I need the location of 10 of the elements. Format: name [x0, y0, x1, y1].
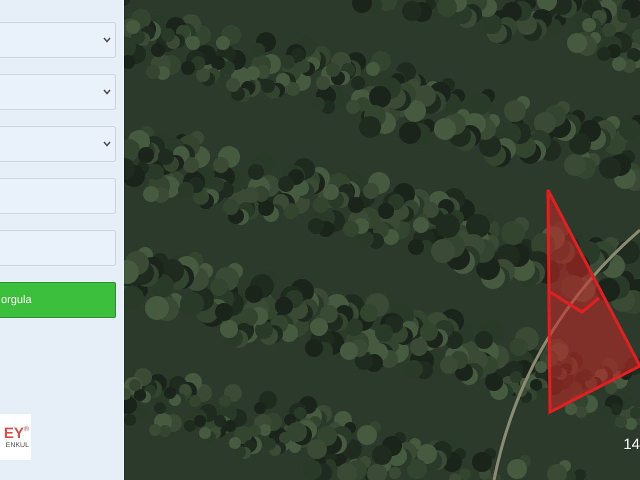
input-field[interactable] [0, 178, 116, 214]
dropdown-field[interactable] [0, 74, 116, 110]
input-field[interactable] [0, 230, 116, 266]
query-button[interactable]: orgula [0, 282, 116, 318]
chevron-down-icon [103, 141, 111, 147]
dropdown-field[interactable] [0, 126, 116, 162]
dropdown-field[interactable] [0, 22, 116, 58]
map-label: 14 [623, 434, 640, 454]
chevron-down-icon [103, 37, 111, 43]
chevron-down-icon [103, 89, 111, 95]
